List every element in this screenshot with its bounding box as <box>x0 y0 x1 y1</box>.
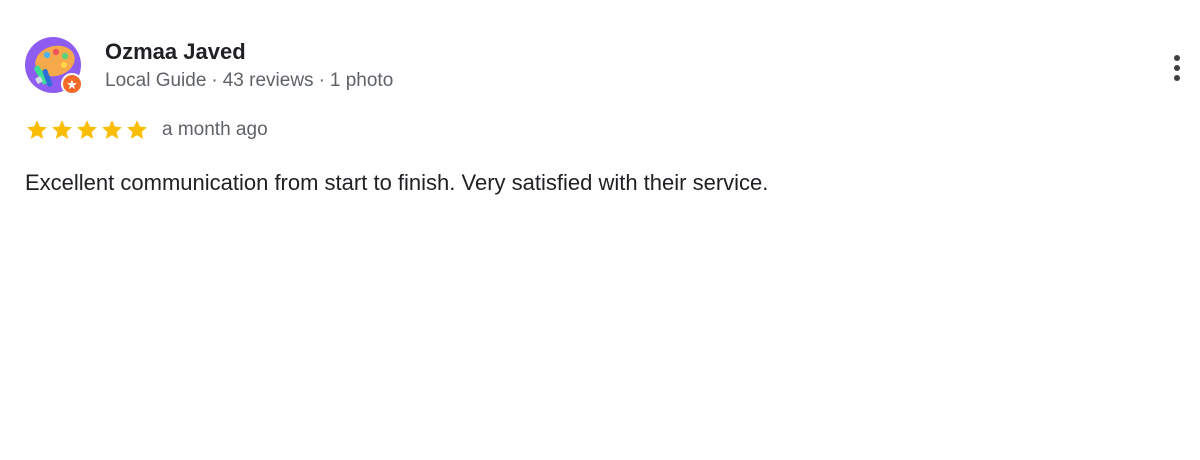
local-guide-label: Local Guide <box>105 70 207 91</box>
photo-count[interactable]: 1 photo <box>330 70 393 91</box>
review-card: ★ Ozmaa Javed Local Guide · 43 reviews · 1 p… <box>0 0 1200 460</box>
review-text: Excellent communication from start to fi… <box>25 170 769 195</box>
review-timestamp: a month ago <box>162 119 268 140</box>
more-vert-icon-dot <box>1174 65 1180 71</box>
more-options-button[interactable] <box>1162 48 1192 88</box>
meta-separator: · <box>318 70 325 91</box>
more-vert-icon-dot <box>1174 75 1180 81</box>
rating-row: a month ago <box>25 117 268 143</box>
star-icon <box>77 120 97 139</box>
local-guide-star-badge-icon: ★ <box>61 73 83 95</box>
star-icon <box>102 120 122 139</box>
star-icon <box>127 120 147 139</box>
author-meta: Local Guide · 43 reviews · 1 photo <box>105 70 393 92</box>
meta-separator: · <box>211 70 218 91</box>
star-rating <box>25 118 150 142</box>
author-avatar[interactable]: ★ <box>25 37 83 95</box>
more-vert-icon-dot <box>1174 55 1180 61</box>
author-name[interactable]: Ozmaa Javed <box>105 39 246 65</box>
star-icon <box>52 120 72 139</box>
star-icon <box>27 120 47 139</box>
review-count[interactable]: 43 reviews <box>223 70 314 91</box>
